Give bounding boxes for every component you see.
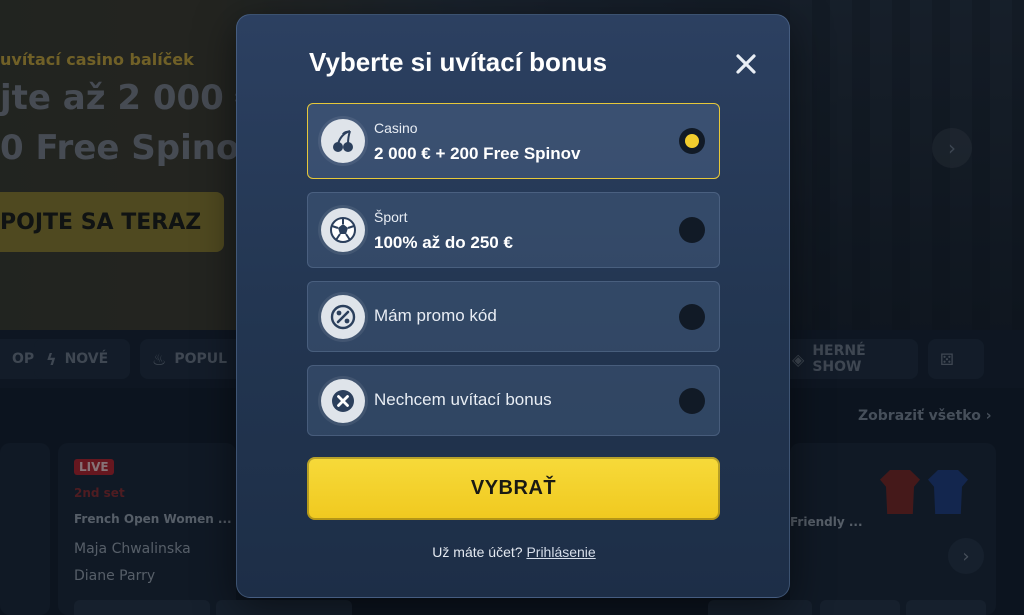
close-button[interactable] bbox=[731, 49, 761, 79]
close-icon bbox=[736, 54, 756, 74]
option-label: Nechcem uvítací bonus bbox=[374, 390, 552, 409]
cherry-icon bbox=[321, 119, 365, 163]
login-prompt-text: Už máte účet? bbox=[432, 544, 523, 560]
modal-title: Vyberte si uvítací bonus bbox=[309, 47, 608, 77]
bonus-option-casino[interactable]: Casino 2 000 € + 200 Free Spinov bbox=[307, 103, 720, 179]
radio-button[interactable] bbox=[679, 304, 705, 330]
soccer-ball-icon bbox=[321, 208, 365, 252]
percent-icon bbox=[321, 295, 365, 339]
option-category: Šport bbox=[374, 209, 408, 225]
radio-button[interactable] bbox=[679, 388, 705, 414]
login-link[interactable]: Prihlásenie bbox=[526, 544, 595, 560]
radio-button[interactable] bbox=[679, 128, 705, 154]
bonus-option-sport[interactable]: Šport 100% až do 250 € bbox=[307, 192, 720, 268]
welcome-bonus-modal: Vyberte si uvítací bonus Casino 2 000 € … bbox=[236, 14, 790, 598]
radio-button[interactable] bbox=[679, 217, 705, 243]
bonus-option-promo-code[interactable]: Mám promo kód bbox=[307, 281, 720, 352]
option-category: Casino bbox=[374, 120, 418, 136]
option-offer: 100% až do 250 € bbox=[374, 233, 513, 252]
x-circle-icon bbox=[321, 379, 365, 423]
select-bonus-button[interactable]: VYBRAŤ bbox=[307, 457, 720, 520]
option-offer: 2 000 € + 200 Free Spinov bbox=[374, 144, 581, 163]
bonus-option-no-bonus[interactable]: Nechcem uvítací bonus bbox=[307, 365, 720, 436]
option-label: Mám promo kód bbox=[374, 306, 497, 325]
login-prompt: Už máte účet? Prihlásenie bbox=[237, 544, 791, 560]
radio-selected-dot bbox=[685, 134, 699, 148]
